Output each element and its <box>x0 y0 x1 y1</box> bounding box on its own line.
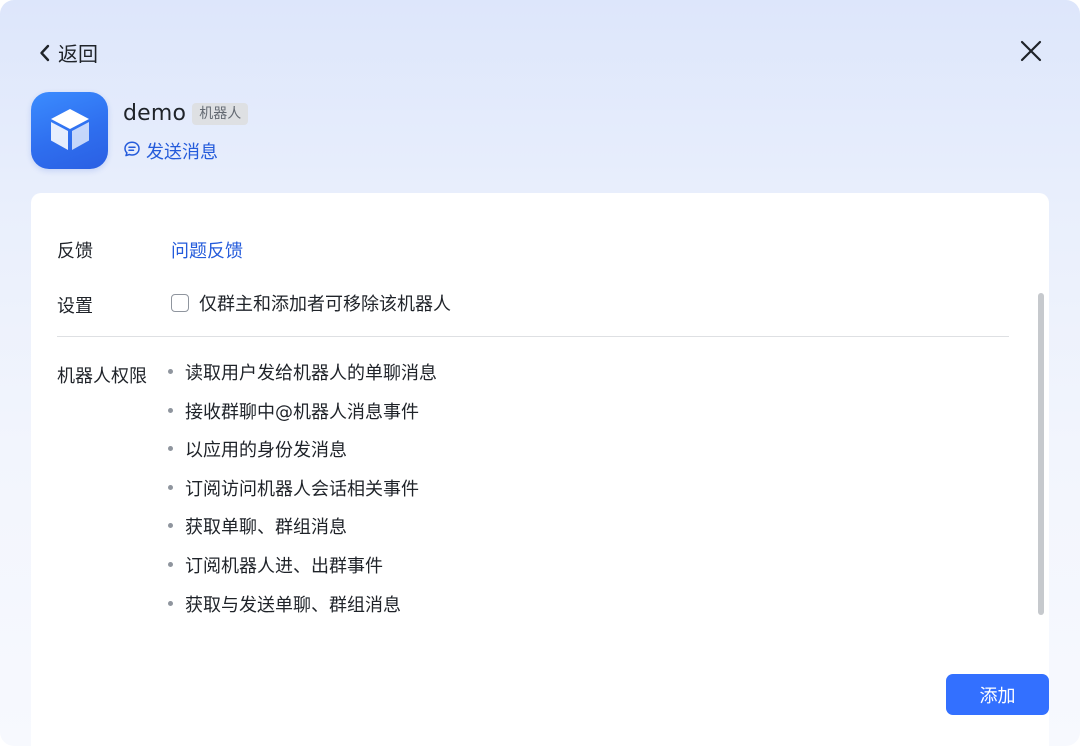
close-icon <box>1018 40 1044 68</box>
permissions-label: 机器人权限 <box>57 366 147 387</box>
permission-item: 接收群聊中@机器人消息事件 <box>168 398 437 437</box>
permission-text: 获取单聊、群组消息 <box>185 517 347 539</box>
permissions-list: 读取用户发给机器人的单聊消息 接收群聊中@机器人消息事件 以应用的身份发消息 订… <box>168 359 437 629</box>
bot-title-row: demo 机器人 <box>123 101 249 126</box>
bullet-dot <box>168 523 173 529</box>
send-message-link[interactable]: 发送消息 <box>123 138 218 164</box>
bullet-dot <box>168 561 173 567</box>
bullet-dot <box>168 369 173 374</box>
remove-permission-checkbox-label: 仅群主和添加者可移除该机器人 <box>199 294 451 315</box>
back-label: 返回 <box>58 42 98 66</box>
divider <box>57 336 1009 337</box>
permission-text: 读取用户发给机器人的单聊消息 <box>185 363 437 384</box>
bot-avatar <box>31 92 108 169</box>
feedback-label: 反馈 <box>57 241 93 262</box>
back-button[interactable]: 返回 <box>38 38 98 67</box>
send-message-label: 发送消息 <box>146 142 218 163</box>
chevron-left-icon <box>38 43 52 63</box>
permission-item: 订阅机器人进、出群事件 <box>168 552 437 591</box>
permission-item: 以应用的身份发消息 <box>168 436 437 475</box>
bullet-dot <box>168 446 173 452</box>
add-button[interactable]: 添加 <box>946 674 1049 715</box>
permission-text: 订阅机器人进、出群事件 <box>185 555 383 577</box>
remove-permission-checkbox[interactable] <box>171 294 189 312</box>
remove-permission-setting[interactable]: 仅群主和添加者可移除该机器人 <box>171 290 451 316</box>
permission-item: 订阅访问机器人会话相关事件 <box>168 475 437 514</box>
bot-name: demo <box>123 101 187 126</box>
cube-icon <box>44 103 96 159</box>
permission-text: 订阅访问机器人会话相关事件 <box>185 478 419 500</box>
permission-item: 读取用户发给机器人的单聊消息 <box>168 359 437 398</box>
chat-bubble-icon <box>123 140 141 163</box>
permission-item: 获取单聊、群组消息 <box>168 513 437 552</box>
bullet-dot <box>168 600 173 606</box>
bullet-dot <box>168 484 173 490</box>
permission-text: 接收群聊中@机器人消息事件 <box>185 401 419 423</box>
add-bot-dialog: 返回 demo 机器人 发送消息 反馈 问题反馈 设置 仅群主和添加者可移除该机… <box>0 0 1080 746</box>
settings-label: 设置 <box>57 296 93 317</box>
permission-text: 以应用的身份发消息 <box>185 440 347 462</box>
bot-details-card: 反馈 问题反馈 设置 仅群主和添加者可移除该机器人 机器人权限 读取用户发给机器… <box>31 193 1049 746</box>
bullet-dot <box>168 407 173 413</box>
scrollbar[interactable] <box>1038 293 1044 615</box>
close-button[interactable] <box>1018 38 1044 64</box>
permission-text: 获取与发送单聊、群组消息 <box>185 594 401 616</box>
permission-item: 获取与发送单聊、群组消息 <box>168 591 437 630</box>
bot-type-badge: 机器人 <box>192 102 249 125</box>
feedback-link[interactable]: 问题反馈 <box>171 237 243 263</box>
